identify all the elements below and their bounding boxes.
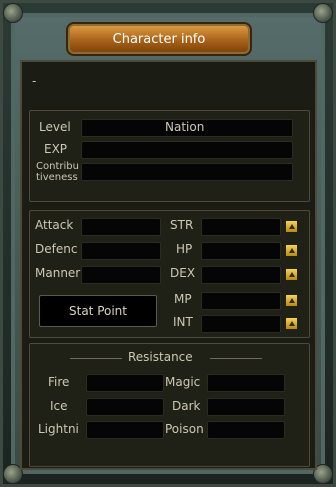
manner-label: Manner (35, 266, 81, 280)
hp-label: HP (176, 242, 193, 256)
int-increase-icon[interactable] (285, 317, 298, 330)
window-title[interactable]: Character info (66, 22, 252, 56)
magic-label: Magic (165, 375, 201, 389)
character-panel: - Level Nation EXP Contribu tiveness Att… (20, 60, 317, 470)
ice-field (86, 398, 164, 416)
stats-section: Attack Defenc Manner Stat Point STR HP D… (29, 210, 310, 338)
poison-field (207, 421, 285, 439)
contribution-field (81, 163, 293, 181)
dark-label: Dark (172, 399, 201, 413)
dex-field (201, 266, 281, 284)
attack-label: Attack (35, 218, 74, 232)
lightning-field (86, 421, 164, 439)
str-field (201, 218, 281, 236)
int-field (201, 315, 281, 333)
corner-orb-icon (313, 3, 333, 23)
ice-label: Ice (50, 399, 68, 413)
fire-field (86, 374, 164, 392)
attack-field (81, 218, 161, 236)
level-label: Level (39, 120, 71, 134)
corner-orb-icon (3, 3, 23, 23)
contribution-label: Contribu tiveness (36, 161, 79, 183)
fire-label: Fire (48, 375, 70, 389)
lightning-label: Lightni (38, 422, 79, 436)
dark-field (207, 398, 285, 416)
info-section: Level Nation EXP Contribu tiveness (29, 110, 310, 202)
mp-increase-icon[interactable] (285, 294, 298, 307)
exp-label: EXP (44, 142, 68, 156)
int-label: INT (173, 315, 193, 329)
poison-label: Poison (165, 422, 204, 436)
magic-field (207, 374, 285, 392)
mp-field (201, 292, 281, 310)
resistance-title: Resistance (128, 350, 193, 364)
dex-increase-icon[interactable] (285, 268, 298, 281)
resistance-section: Resistance Fire Magic Ice Dark Lightni P… (29, 343, 310, 467)
defence-label: Defenc (35, 242, 78, 256)
manner-field (81, 266, 161, 284)
str-label: STR (170, 218, 194, 232)
character-name: - (32, 74, 37, 88)
mp-label: MP (174, 292, 192, 306)
hp-field (201, 242, 281, 260)
dex-label: DEX (170, 266, 196, 280)
exp-field (81, 141, 293, 159)
defence-field (81, 242, 161, 260)
divider (210, 358, 262, 359)
str-increase-icon[interactable] (285, 220, 298, 233)
nation-label: Nation (165, 120, 205, 134)
hp-increase-icon[interactable] (285, 244, 298, 257)
divider (70, 358, 122, 359)
stat-point-button[interactable]: Stat Point (39, 295, 157, 327)
